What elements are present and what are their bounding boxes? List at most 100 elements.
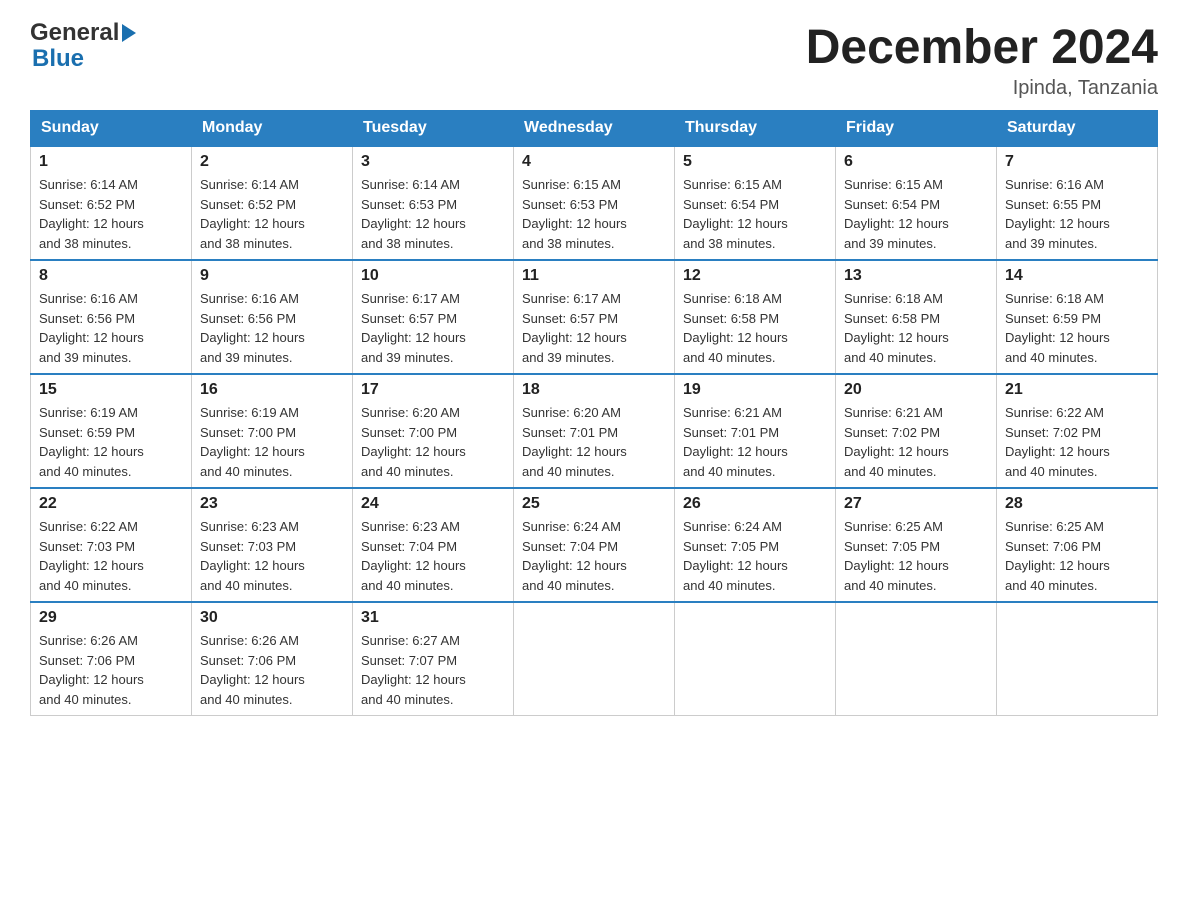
daylight-label: Daylight: 12 hours bbox=[522, 330, 627, 345]
day-info: Sunrise: 6:18 AM Sunset: 6:58 PM Dayligh… bbox=[683, 289, 827, 367]
sunset-label: Sunset: 6:52 PM bbox=[39, 197, 135, 212]
sunset-label: Sunset: 6:57 PM bbox=[522, 311, 618, 326]
title-section: December 2024 Ipinda, Tanzania bbox=[806, 20, 1158, 100]
sunrise-label: Sunrise: 6:24 AM bbox=[683, 519, 782, 534]
sunset-label: Sunset: 7:04 PM bbox=[522, 539, 618, 554]
day-number: 3 bbox=[361, 153, 505, 171]
sunset-label: Sunset: 6:59 PM bbox=[1005, 311, 1101, 326]
day-info: Sunrise: 6:19 AM Sunset: 6:59 PM Dayligh… bbox=[39, 403, 183, 481]
daylight-minutes: and 40 minutes. bbox=[683, 578, 776, 593]
day-number: 12 bbox=[683, 267, 827, 285]
daylight-label: Daylight: 12 hours bbox=[200, 672, 305, 687]
col-sunday: Sunday bbox=[31, 111, 192, 147]
daylight-label: Daylight: 12 hours bbox=[683, 330, 788, 345]
calendar-week-2: 8 Sunrise: 6:16 AM Sunset: 6:56 PM Dayli… bbox=[31, 260, 1158, 374]
day-number: 4 bbox=[522, 153, 666, 171]
day-number: 11 bbox=[522, 267, 666, 285]
sunset-label: Sunset: 7:02 PM bbox=[1005, 425, 1101, 440]
sunset-label: Sunset: 7:00 PM bbox=[200, 425, 296, 440]
sunrise-label: Sunrise: 6:18 AM bbox=[683, 291, 782, 306]
sunrise-label: Sunrise: 6:25 AM bbox=[844, 519, 943, 534]
daylight-label: Daylight: 12 hours bbox=[844, 216, 949, 231]
table-row bbox=[514, 602, 675, 716]
daylight-minutes: and 40 minutes. bbox=[844, 350, 937, 365]
daylight-label: Daylight: 12 hours bbox=[361, 216, 466, 231]
day-info: Sunrise: 6:27 AM Sunset: 7:07 PM Dayligh… bbox=[361, 631, 505, 709]
sunrise-label: Sunrise: 6:19 AM bbox=[39, 405, 138, 420]
day-info: Sunrise: 6:14 AM Sunset: 6:52 PM Dayligh… bbox=[39, 175, 183, 253]
day-number: 31 bbox=[361, 609, 505, 627]
daylight-minutes: and 40 minutes. bbox=[522, 578, 615, 593]
table-row bbox=[836, 602, 997, 716]
sunset-label: Sunset: 6:54 PM bbox=[844, 197, 940, 212]
table-row: 1 Sunrise: 6:14 AM Sunset: 6:52 PM Dayli… bbox=[31, 146, 192, 260]
day-number: 8 bbox=[39, 267, 183, 285]
daylight-minutes: and 40 minutes. bbox=[844, 464, 937, 479]
table-row: 15 Sunrise: 6:19 AM Sunset: 6:59 PM Dayl… bbox=[31, 374, 192, 488]
daylight-minutes: and 40 minutes. bbox=[1005, 464, 1098, 479]
daylight-minutes: and 40 minutes. bbox=[361, 464, 454, 479]
page-header: General Blue December 2024 Ipinda, Tanza… bbox=[30, 20, 1158, 100]
day-info: Sunrise: 6:22 AM Sunset: 7:03 PM Dayligh… bbox=[39, 517, 183, 595]
sunrise-label: Sunrise: 6:21 AM bbox=[844, 405, 943, 420]
sunset-label: Sunset: 6:56 PM bbox=[200, 311, 296, 326]
day-number: 21 bbox=[1005, 381, 1149, 399]
sunset-label: Sunset: 7:05 PM bbox=[844, 539, 940, 554]
sunrise-label: Sunrise: 6:22 AM bbox=[39, 519, 138, 534]
sunset-label: Sunset: 6:58 PM bbox=[683, 311, 779, 326]
daylight-minutes: and 40 minutes. bbox=[844, 578, 937, 593]
sunset-label: Sunset: 7:04 PM bbox=[361, 539, 457, 554]
table-row: 8 Sunrise: 6:16 AM Sunset: 6:56 PM Dayli… bbox=[31, 260, 192, 374]
daylight-label: Daylight: 12 hours bbox=[200, 558, 305, 573]
table-row: 13 Sunrise: 6:18 AM Sunset: 6:58 PM Dayl… bbox=[836, 260, 997, 374]
day-number: 14 bbox=[1005, 267, 1149, 285]
table-row: 28 Sunrise: 6:25 AM Sunset: 7:06 PM Dayl… bbox=[997, 488, 1158, 602]
daylight-minutes: and 39 minutes. bbox=[361, 350, 454, 365]
sunset-label: Sunset: 7:06 PM bbox=[1005, 539, 1101, 554]
table-row: 11 Sunrise: 6:17 AM Sunset: 6:57 PM Dayl… bbox=[514, 260, 675, 374]
day-number: 23 bbox=[200, 495, 344, 513]
day-number: 29 bbox=[39, 609, 183, 627]
sunrise-label: Sunrise: 6:15 AM bbox=[844, 177, 943, 192]
daylight-minutes: and 38 minutes. bbox=[522, 236, 615, 251]
sunrise-label: Sunrise: 6:20 AM bbox=[522, 405, 621, 420]
sunset-label: Sunset: 6:57 PM bbox=[361, 311, 457, 326]
daylight-minutes: and 40 minutes. bbox=[683, 464, 776, 479]
sunrise-label: Sunrise: 6:24 AM bbox=[522, 519, 621, 534]
daylight-label: Daylight: 12 hours bbox=[844, 444, 949, 459]
calendar-table: Sunday Monday Tuesday Wednesday Thursday… bbox=[30, 110, 1158, 716]
daylight-minutes: and 38 minutes. bbox=[200, 236, 293, 251]
day-number: 15 bbox=[39, 381, 183, 399]
sunrise-label: Sunrise: 6:16 AM bbox=[200, 291, 299, 306]
day-info: Sunrise: 6:25 AM Sunset: 7:05 PM Dayligh… bbox=[844, 517, 988, 595]
table-row bbox=[997, 602, 1158, 716]
table-row: 20 Sunrise: 6:21 AM Sunset: 7:02 PM Dayl… bbox=[836, 374, 997, 488]
day-info: Sunrise: 6:26 AM Sunset: 7:06 PM Dayligh… bbox=[200, 631, 344, 709]
daylight-minutes: and 40 minutes. bbox=[361, 692, 454, 707]
calendar-week-3: 15 Sunrise: 6:19 AM Sunset: 6:59 PM Dayl… bbox=[31, 374, 1158, 488]
table-row: 17 Sunrise: 6:20 AM Sunset: 7:00 PM Dayl… bbox=[353, 374, 514, 488]
calendar-header-row: Sunday Monday Tuesday Wednesday Thursday… bbox=[31, 111, 1158, 147]
calendar-week-1: 1 Sunrise: 6:14 AM Sunset: 6:52 PM Dayli… bbox=[31, 146, 1158, 260]
sunrise-label: Sunrise: 6:26 AM bbox=[200, 633, 299, 648]
table-row: 7 Sunrise: 6:16 AM Sunset: 6:55 PM Dayli… bbox=[997, 146, 1158, 260]
day-number: 16 bbox=[200, 381, 344, 399]
day-info: Sunrise: 6:24 AM Sunset: 7:04 PM Dayligh… bbox=[522, 517, 666, 595]
table-row: 3 Sunrise: 6:14 AM Sunset: 6:53 PM Dayli… bbox=[353, 146, 514, 260]
day-info: Sunrise: 6:14 AM Sunset: 6:52 PM Dayligh… bbox=[200, 175, 344, 253]
day-info: Sunrise: 6:23 AM Sunset: 7:04 PM Dayligh… bbox=[361, 517, 505, 595]
day-info: Sunrise: 6:15 AM Sunset: 6:54 PM Dayligh… bbox=[683, 175, 827, 253]
daylight-minutes: and 38 minutes. bbox=[39, 236, 132, 251]
sunrise-label: Sunrise: 6:17 AM bbox=[522, 291, 621, 306]
day-info: Sunrise: 6:24 AM Sunset: 7:05 PM Dayligh… bbox=[683, 517, 827, 595]
day-info: Sunrise: 6:25 AM Sunset: 7:06 PM Dayligh… bbox=[1005, 517, 1149, 595]
daylight-label: Daylight: 12 hours bbox=[361, 672, 466, 687]
table-row: 5 Sunrise: 6:15 AM Sunset: 6:54 PM Dayli… bbox=[675, 146, 836, 260]
day-info: Sunrise: 6:22 AM Sunset: 7:02 PM Dayligh… bbox=[1005, 403, 1149, 481]
day-number: 1 bbox=[39, 153, 183, 171]
day-info: Sunrise: 6:16 AM Sunset: 6:56 PM Dayligh… bbox=[200, 289, 344, 367]
sunrise-label: Sunrise: 6:18 AM bbox=[844, 291, 943, 306]
daylight-minutes: and 40 minutes. bbox=[683, 350, 776, 365]
sunrise-label: Sunrise: 6:17 AM bbox=[361, 291, 460, 306]
daylight-minutes: and 39 minutes. bbox=[1005, 236, 1098, 251]
